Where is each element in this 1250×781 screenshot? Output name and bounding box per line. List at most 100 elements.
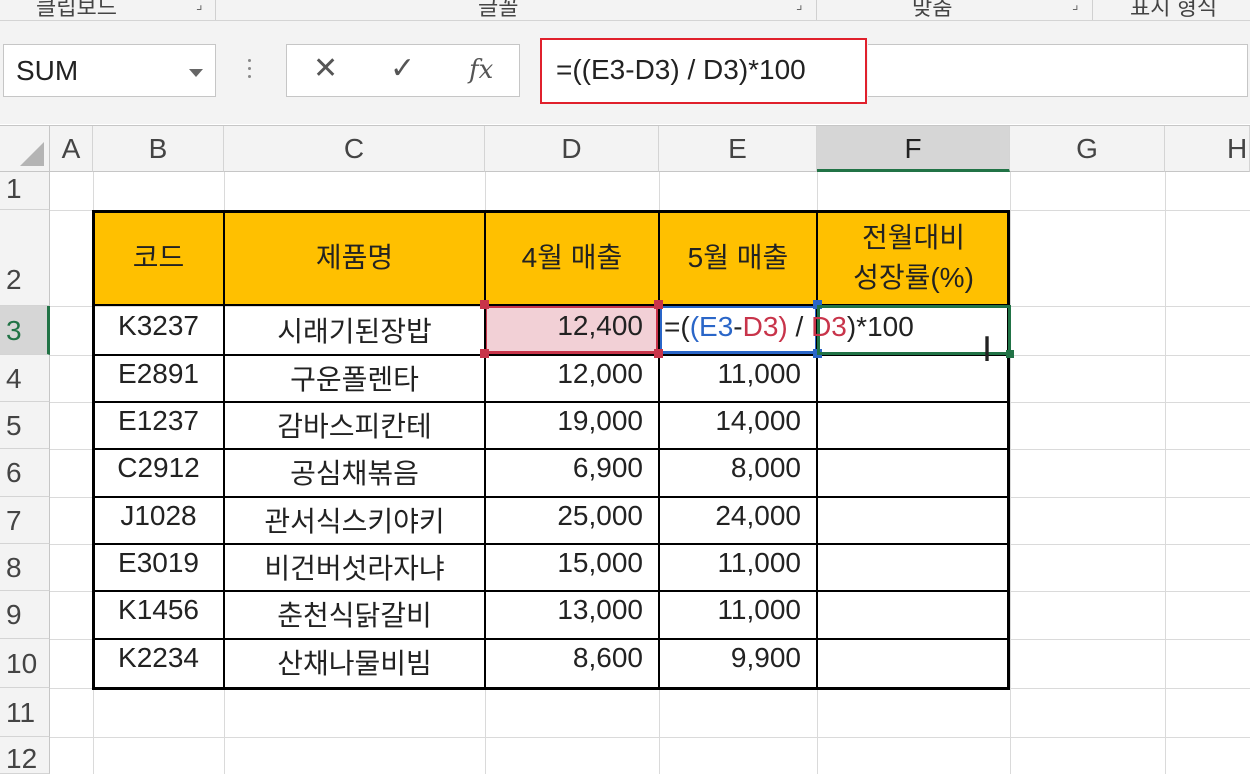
cell-c8[interactable]: 비건버섯라자냐 (224, 547, 485, 591)
row-header-10[interactable]: 10 (0, 639, 50, 688)
cell-e9[interactable]: 11,000 (659, 594, 817, 638)
ref-handle-icon[interactable] (654, 349, 663, 358)
formula-bar-grip-icon[interactable] (248, 59, 252, 83)
column-header-b[interactable]: B (93, 126, 224, 172)
table-border (92, 496, 1010, 498)
formula-part: - (733, 311, 743, 342)
row-header-12[interactable]: 12 (0, 737, 50, 774)
column-header-e[interactable]: E (659, 126, 817, 172)
cell-e6[interactable]: 8,000 (659, 452, 817, 496)
table-border (658, 210, 660, 690)
cell-b6[interactable]: C2912 (93, 452, 224, 496)
column-header-c[interactable]: C (224, 126, 485, 172)
cell-b3[interactable]: K3237 (93, 310, 224, 354)
cell-d7[interactable]: 25,000 (485, 500, 659, 544)
ribbon-group-font: 글꼴 (478, 0, 519, 20)
table-border (484, 210, 486, 690)
row-header-9[interactable]: 9 (0, 591, 50, 639)
cell-e10[interactable]: 9,900 (659, 642, 817, 686)
formula-part: / (787, 311, 812, 342)
ribbon-group-number: 표시 형식 (1130, 0, 1218, 20)
row-header-7[interactable]: 7 (0, 497, 50, 544)
cell-d10[interactable]: 8,600 (485, 642, 659, 686)
header-cell-code[interactable]: 코드 (93, 210, 224, 305)
cell-e5[interactable]: 14,000 (659, 405, 817, 449)
cell-e4[interactable]: 11,000 (659, 358, 817, 402)
cell-b4[interactable]: E2891 (93, 358, 224, 402)
cell-d6[interactable]: 6,900 (485, 452, 659, 496)
ribbon-group-clipboard: 클립보드 (36, 0, 117, 20)
header-cell-growth-rate[interactable]: 전월대비 성장률(%) (817, 210, 1010, 305)
alignment-launcher-icon[interactable]: ⌟ (1072, 0, 1079, 13)
formula-ref-d3: D3 (742, 311, 779, 342)
cell-e7[interactable]: 24,000 (659, 500, 817, 544)
clipboard-launcher-icon[interactable]: ⌟ (196, 0, 203, 13)
row-header-8[interactable]: 8 (0, 544, 50, 591)
ribbon-separator (215, 0, 216, 20)
cancel-icon[interactable]: ✕ (313, 51, 338, 86)
name-box-value: SUM (16, 55, 79, 86)
ref-handle-icon[interactable] (480, 349, 489, 358)
row-header-3[interactable]: 3 (0, 306, 50, 355)
cell-c9[interactable]: 춘천식닭갈비 (224, 594, 485, 638)
cell-b8[interactable]: E3019 (93, 547, 224, 591)
cell-edit-formula[interactable]: =((E3-D3) / D3)*100 (664, 311, 914, 343)
ribbon-group-alignment: 맞춤 (912, 0, 953, 20)
row-header-5[interactable]: 5 (0, 402, 50, 449)
formula-text: =((E3-D3) / D3)*100 (556, 54, 806, 85)
formula-part: =( (664, 311, 690, 342)
cell-c10[interactable]: 산채나물비빔 (224, 642, 485, 686)
cell-d5[interactable]: 19,000 (485, 405, 659, 449)
header-cell-may-sales[interactable]: 5월 매출 (659, 210, 817, 305)
cell-c6[interactable]: 공심채볶음 (224, 452, 485, 496)
insert-function-icon[interactable]: fx (469, 55, 493, 85)
formula-ref-d3: D3 (811, 311, 847, 342)
cell-d4[interactable]: 12,000 (485, 358, 659, 402)
cell-d3[interactable]: 12,400 (485, 310, 659, 354)
column-header-d[interactable]: D (485, 126, 659, 172)
column-header-h[interactable]: H (1165, 126, 1250, 172)
header-cell-product[interactable]: 제품명 (224, 210, 485, 305)
formula-buttons: ✕ ✓ fx (286, 44, 520, 97)
row-header-6[interactable]: 6 (0, 449, 50, 497)
cell-d8[interactable]: 15,000 (485, 547, 659, 591)
table-border (92, 638, 1010, 640)
cell-e8[interactable]: 11,000 (659, 547, 817, 591)
cell-c7[interactable]: 관서식스키야키 (224, 500, 485, 544)
ref-handle-icon[interactable] (480, 300, 489, 309)
table-border (816, 210, 818, 690)
cell-c3[interactable]: 시래기된장밥 (224, 310, 485, 354)
cell-b9[interactable]: K1456 (93, 594, 224, 638)
ref-handle-icon[interactable] (654, 300, 663, 309)
formula-bar: SUM ✕ ✓ fx =((E3-D3) / D3)*100 (0, 21, 1250, 124)
column-header-g[interactable]: G (1010, 126, 1165, 172)
row-header-11[interactable]: 11 (0, 688, 50, 737)
table-border (92, 590, 1010, 592)
cell-b7[interactable]: J1028 (93, 500, 224, 544)
name-box[interactable]: SUM (3, 44, 216, 97)
formula-input-extension[interactable] (868, 44, 1248, 97)
column-header-f[interactable]: F (817, 126, 1010, 172)
text-cursor-icon: Ⅰ (982, 330, 993, 370)
enter-icon[interactable]: ✓ (390, 51, 415, 86)
select-all-button[interactable] (0, 126, 50, 172)
row-header-2[interactable]: 2 (0, 210, 50, 306)
font-launcher-icon[interactable]: ⌟ (796, 0, 803, 13)
formula-input[interactable]: =((E3-D3) / D3)*100 (540, 38, 867, 104)
cell-b5[interactable]: E1237 (93, 405, 224, 449)
ribbon-separator (816, 0, 817, 20)
header-cell-april-sales[interactable]: 4월 매출 (485, 210, 659, 305)
fill-handle-icon[interactable] (1006, 350, 1014, 358)
ribbon-group-labels: 클립보드 ⌟ 글꼴 ⌟ 맞춤 ⌟ 표시 형식 (0, 0, 1250, 21)
table-border (223, 210, 225, 690)
cell-c5[interactable]: 감바스피칸테 (224, 405, 485, 449)
cell-d9[interactable]: 13,000 (485, 594, 659, 638)
formula-part: )*100 (846, 311, 914, 342)
row-header-4[interactable]: 4 (0, 355, 50, 402)
cell-b10[interactable]: K2234 (93, 642, 224, 686)
chevron-down-icon[interactable] (189, 69, 203, 77)
cell-c4[interactable]: 구운폴렌타 (224, 358, 485, 402)
column-header-a[interactable]: A (50, 126, 93, 172)
table-border (92, 401, 1010, 403)
row-header-1[interactable]: 1 (0, 172, 50, 210)
